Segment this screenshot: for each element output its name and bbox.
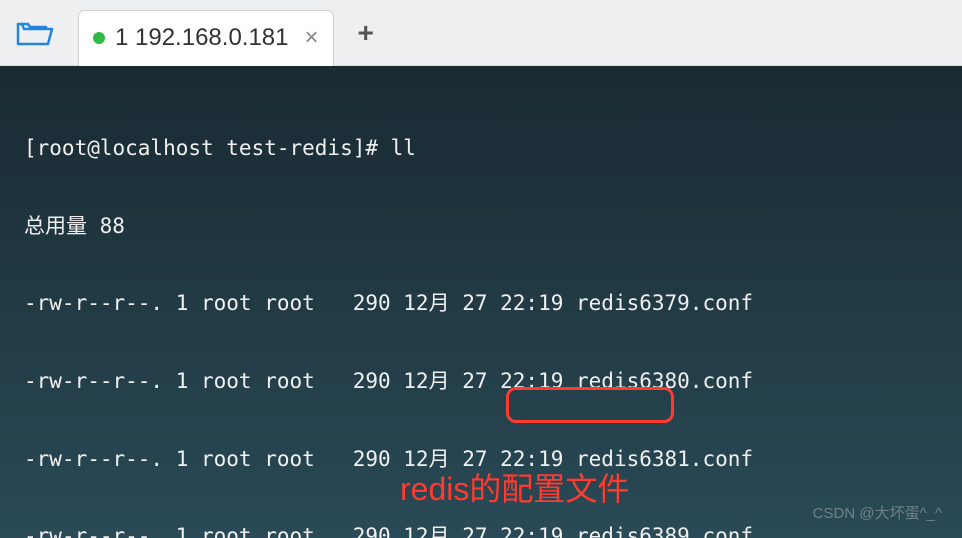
terminal-line: [root@localhost test-redis]# ll [24,129,938,168]
terminal-line: -rw-r--r--. 1 root root 290 12月 27 22:19… [24,517,938,538]
terminal-line: -rw-r--r--. 1 root root 290 12月 27 22:19… [24,284,938,323]
folder-open-icon[interactable] [10,8,60,58]
annotation-text: redis的配置文件 [400,460,629,519]
status-dot-icon [93,32,105,44]
watermark-text: CSDN @大坏蛋^_^ [813,500,942,528]
new-tab-button[interactable]: + [358,17,374,49]
highlight-annotation-box [506,387,674,423]
terminal-line: -rw-r--r--. 1 root root 290 12月 27 22:19… [24,362,938,401]
tab-label: 1 192.168.0.181 [115,24,289,52]
terminal-output[interactable]: [root@localhost test-redis]# ll 总用量 88 -… [0,66,962,538]
close-icon[interactable]: × [305,24,319,52]
tab-bar: 1 192.168.0.181 × + [0,0,962,66]
terminal-line: 总用量 88 [24,207,938,246]
tab-session[interactable]: 1 192.168.0.181 × [78,10,334,66]
